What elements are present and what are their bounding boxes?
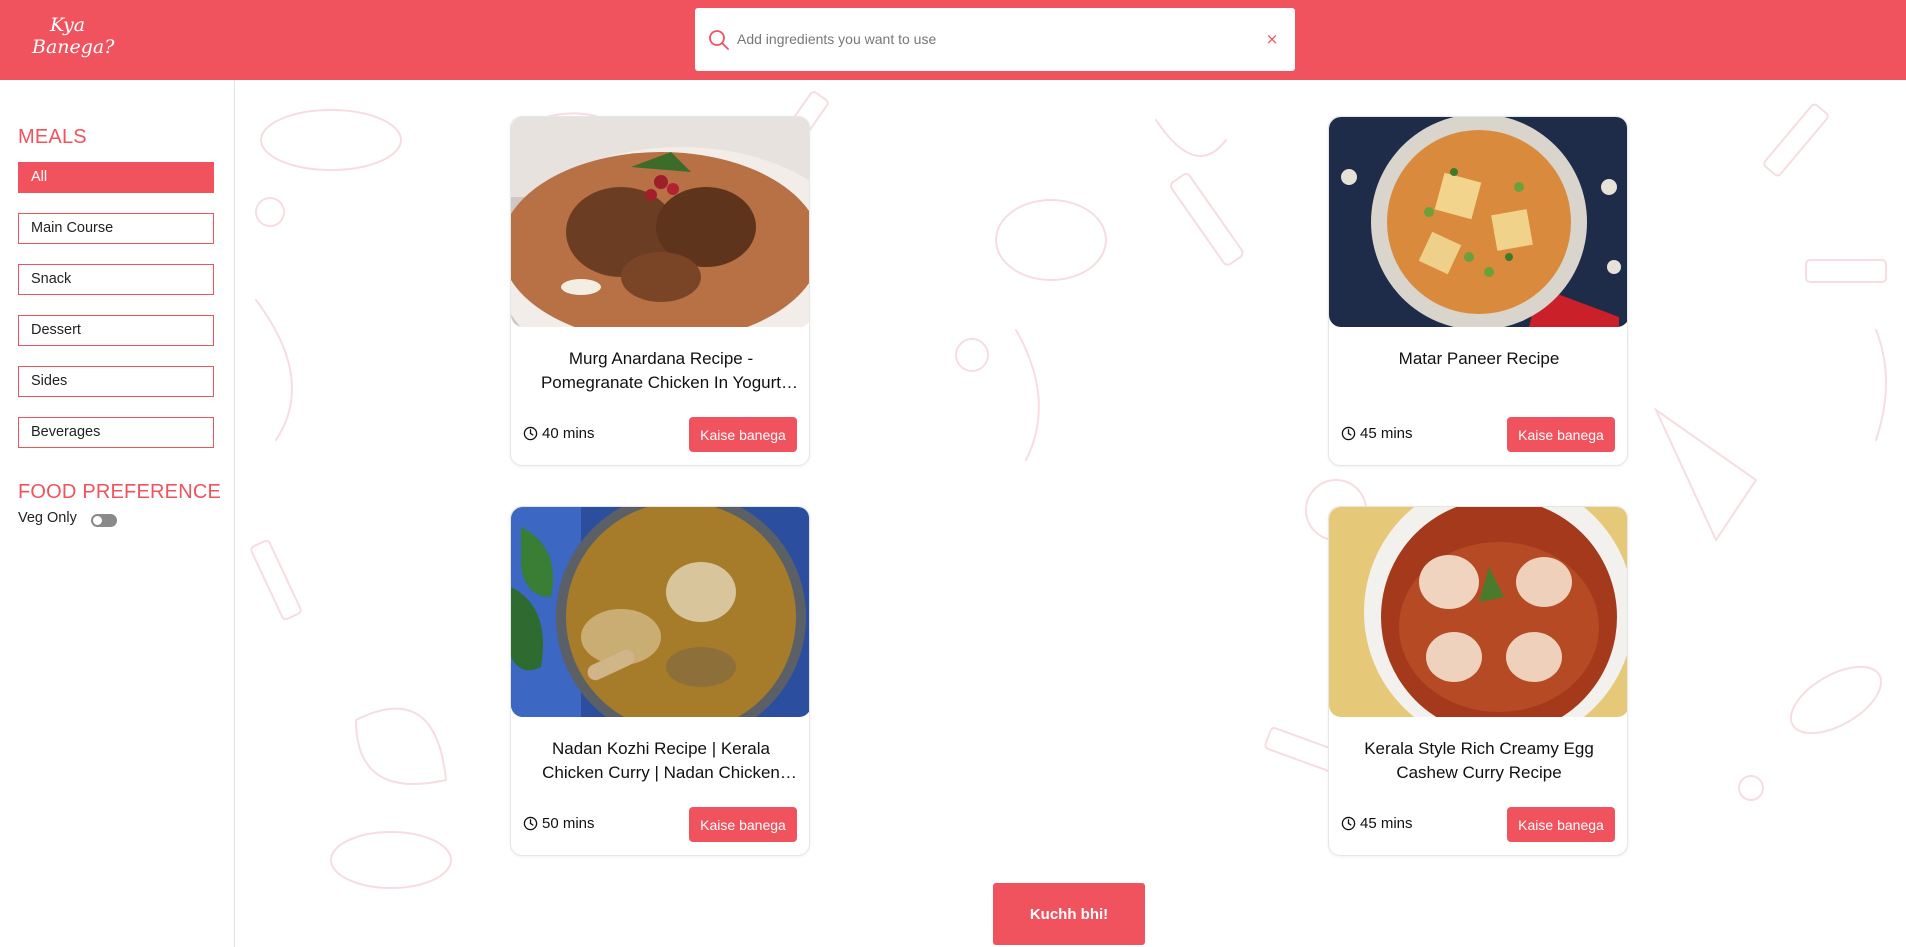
egg-curry-photo xyxy=(1329,507,1627,717)
meal-filter-beverages[interactable]: Beverages xyxy=(18,417,214,448)
clock-icon xyxy=(1341,426,1356,440)
cook-time-label: 40 mins xyxy=(542,424,595,442)
recipe-image xyxy=(1329,507,1627,717)
chicken-curry-photo xyxy=(511,117,809,327)
search-icon xyxy=(709,30,729,50)
meal-filter-snack[interactable]: Snack xyxy=(18,264,214,295)
random-recipe-button[interactable]: Kuchh bhi! xyxy=(993,883,1145,945)
meal-filter-all[interactable]: All xyxy=(18,162,214,193)
cook-time: 45 mins xyxy=(1341,424,1413,442)
food-doodle-background xyxy=(250,91,1887,889)
cook-time-label: 45 mins xyxy=(1360,814,1413,832)
kerala-chicken-photo xyxy=(511,507,809,717)
paneer-curry-photo xyxy=(1329,117,1627,327)
kaise-banega-button[interactable]: Kaise banega xyxy=(1507,417,1615,452)
recipe-title: Matar Paneer Recipe xyxy=(1398,349,1560,368)
meal-filter-main-course[interactable]: Main Course xyxy=(18,213,214,244)
clock-icon xyxy=(523,426,538,440)
ingredient-search-box: × xyxy=(695,8,1295,71)
recipe-card[interactable]: Nadan Kozhi Recipe | Kerala Chicken Curr… xyxy=(510,506,810,856)
cook-time: 45 mins xyxy=(1341,814,1413,832)
meals-heading: MEALS xyxy=(18,126,87,148)
recipe-card[interactable]: Matar Paneer Recipe 45 mins Kaise banega xyxy=(1328,116,1628,466)
recipe-results-area: Murg Anardana Recipe - Pomegranate Chick… xyxy=(236,80,1906,947)
recipe-image xyxy=(511,507,809,717)
kaise-banega-button[interactable]: Kaise banega xyxy=(689,807,797,842)
clock-icon xyxy=(1341,816,1356,830)
logo-line-2: Banega? xyxy=(32,36,115,58)
logo-line-1: Kya xyxy=(50,14,86,36)
filter-sidebar: MEALS All Main Course Snack Dessert Side… xyxy=(0,80,235,947)
toggle-knob xyxy=(93,516,102,525)
recipe-image xyxy=(511,117,809,327)
meal-filter-dessert[interactable]: Dessert xyxy=(18,315,214,346)
cook-time: 40 mins xyxy=(523,424,595,442)
recipe-title: Kerala Style Rich Creamy Egg Cashew Curr… xyxy=(1364,739,1594,782)
recipe-title: Murg Anardana Recipe - Pomegranate Chick… xyxy=(540,349,782,392)
app-logo[interactable]: Kya Banega? xyxy=(32,14,122,66)
cook-time: 50 mins xyxy=(523,814,595,832)
veg-only-label: Veg Only xyxy=(18,510,77,526)
clear-search-icon[interactable]: × xyxy=(1261,28,1283,50)
ingredient-search-input[interactable] xyxy=(737,20,1237,58)
meal-filter-sides[interactable]: Sides xyxy=(18,366,214,397)
top-bar: Kya Banega? × xyxy=(0,0,1906,80)
cook-time-label: 50 mins xyxy=(542,814,595,832)
recipe-card[interactable]: Kerala Style Rich Creamy Egg Cashew Curr… xyxy=(1328,506,1628,856)
food-preference-heading: FOOD PREFERENCE xyxy=(18,481,222,503)
recipe-image xyxy=(1329,117,1627,327)
recipe-card[interactable]: Murg Anardana Recipe - Pomegranate Chick… xyxy=(510,116,810,466)
recipe-title: Nadan Kozhi Recipe | Kerala Chicken Curr… xyxy=(542,739,780,782)
kaise-banega-button[interactable]: Kaise banega xyxy=(1507,807,1615,842)
clock-icon xyxy=(523,816,538,830)
cook-time-label: 45 mins xyxy=(1360,424,1413,442)
kaise-banega-button[interactable]: Kaise banega xyxy=(689,417,797,452)
veg-only-toggle[interactable] xyxy=(91,514,117,527)
